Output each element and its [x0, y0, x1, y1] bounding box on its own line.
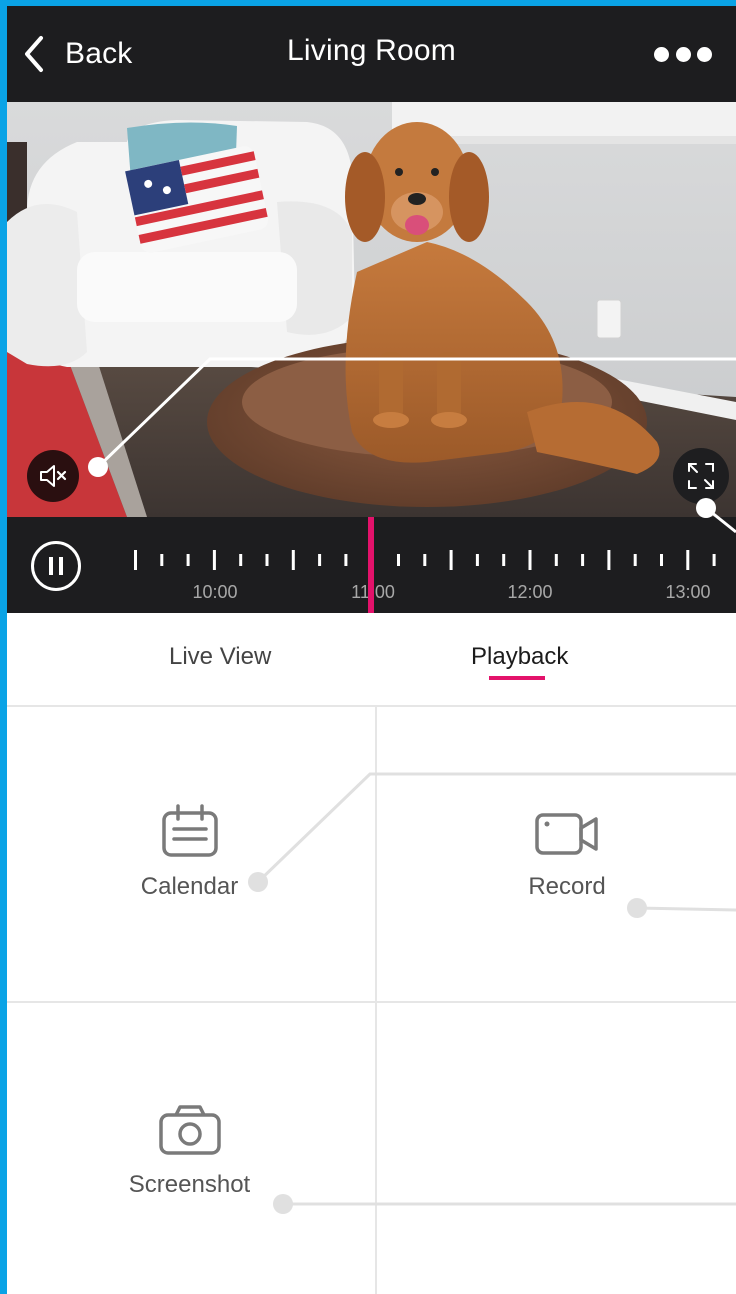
timeline-tick — [344, 554, 348, 566]
timeline-label: 12:00 — [507, 582, 552, 602]
timeline-tick — [423, 554, 427, 566]
record-label: Record — [528, 873, 606, 900]
timeline-tick — [502, 554, 506, 566]
timeline-tick — [528, 550, 532, 570]
frame-edge — [0, 0, 736, 6]
timeline-tick — [633, 554, 637, 566]
pause-icon — [59, 557, 63, 575]
timeline-tick — [660, 554, 663, 566]
playhead — [368, 517, 374, 613]
timeline-tick — [160, 554, 164, 566]
active-tab-indicator — [489, 676, 545, 680]
playback-timeline[interactable]: 10:00 11:00 12:00 13:00 — [7, 517, 736, 613]
timeline-tick — [239, 554, 243, 566]
timeline-tick — [134, 550, 137, 570]
frame-edge — [0, 0, 7, 1294]
screenshot-label: Screenshot — [128, 1171, 251, 1198]
speaker-muted-icon — [40, 465, 67, 487]
timeline-tick — [397, 554, 400, 566]
record-button[interactable]: Record — [487, 809, 647, 901]
app-screen: Back Living Room 10:00 12:00 13:00 Live … — [0, 0, 736, 1294]
timeline-tick — [554, 554, 558, 566]
timeline-tick — [291, 550, 295, 570]
pause-button[interactable] — [31, 541, 81, 591]
tab-playback[interactable]: Playback — [471, 643, 568, 671]
timeline-tick — [712, 554, 716, 566]
page-title: Living Room — [287, 34, 456, 67]
timeline-tick — [186, 554, 190, 566]
more-dots-icon — [697, 46, 712, 62]
timeline-tick — [686, 550, 690, 570]
pause-icon — [49, 557, 53, 575]
more-dots-icon — [654, 46, 669, 62]
timeline-tick — [607, 550, 611, 570]
timeline-tick — [581, 554, 585, 566]
timeline-tick — [318, 554, 322, 566]
mute-button[interactable] — [27, 450, 79, 502]
more-dots-icon — [675, 46, 691, 62]
timeline-tick — [475, 554, 479, 566]
timeline-label: 10:00 — [192, 582, 237, 602]
camera-feed-image — [7, 102, 736, 517]
camera-icon — [158, 1105, 221, 1155]
grid-divider — [7, 1001, 736, 1003]
timeline-tick — [212, 550, 216, 570]
calendar-button[interactable]: Calendar — [107, 803, 272, 901]
camera-feed[interactable] — [7, 102, 736, 517]
more-options-button[interactable] — [654, 44, 712, 64]
calendar-icon — [161, 804, 218, 857]
timeline-tick — [265, 554, 269, 566]
screenshot-button[interactable]: Screenshot — [107, 1103, 272, 1199]
calendar-label: Calendar — [140, 873, 239, 900]
timeline-tick — [449, 550, 453, 570]
timeline-label: 13:00 — [665, 582, 710, 602]
fullscreen-icon — [688, 463, 714, 489]
tab-live-view[interactable]: Live View — [169, 643, 271, 671]
timeline-scale: 10:00 11:00 12:00 13:00 — [134, 517, 716, 613]
view-tabs: Live View Playback — [7, 613, 736, 707]
action-grid: Calendar Record Screenshot — [7, 707, 736, 1294]
fullscreen-button[interactable] — [673, 448, 729, 504]
top-bar: Back Living Room — [7, 6, 736, 102]
video-camera-icon — [535, 813, 598, 855]
